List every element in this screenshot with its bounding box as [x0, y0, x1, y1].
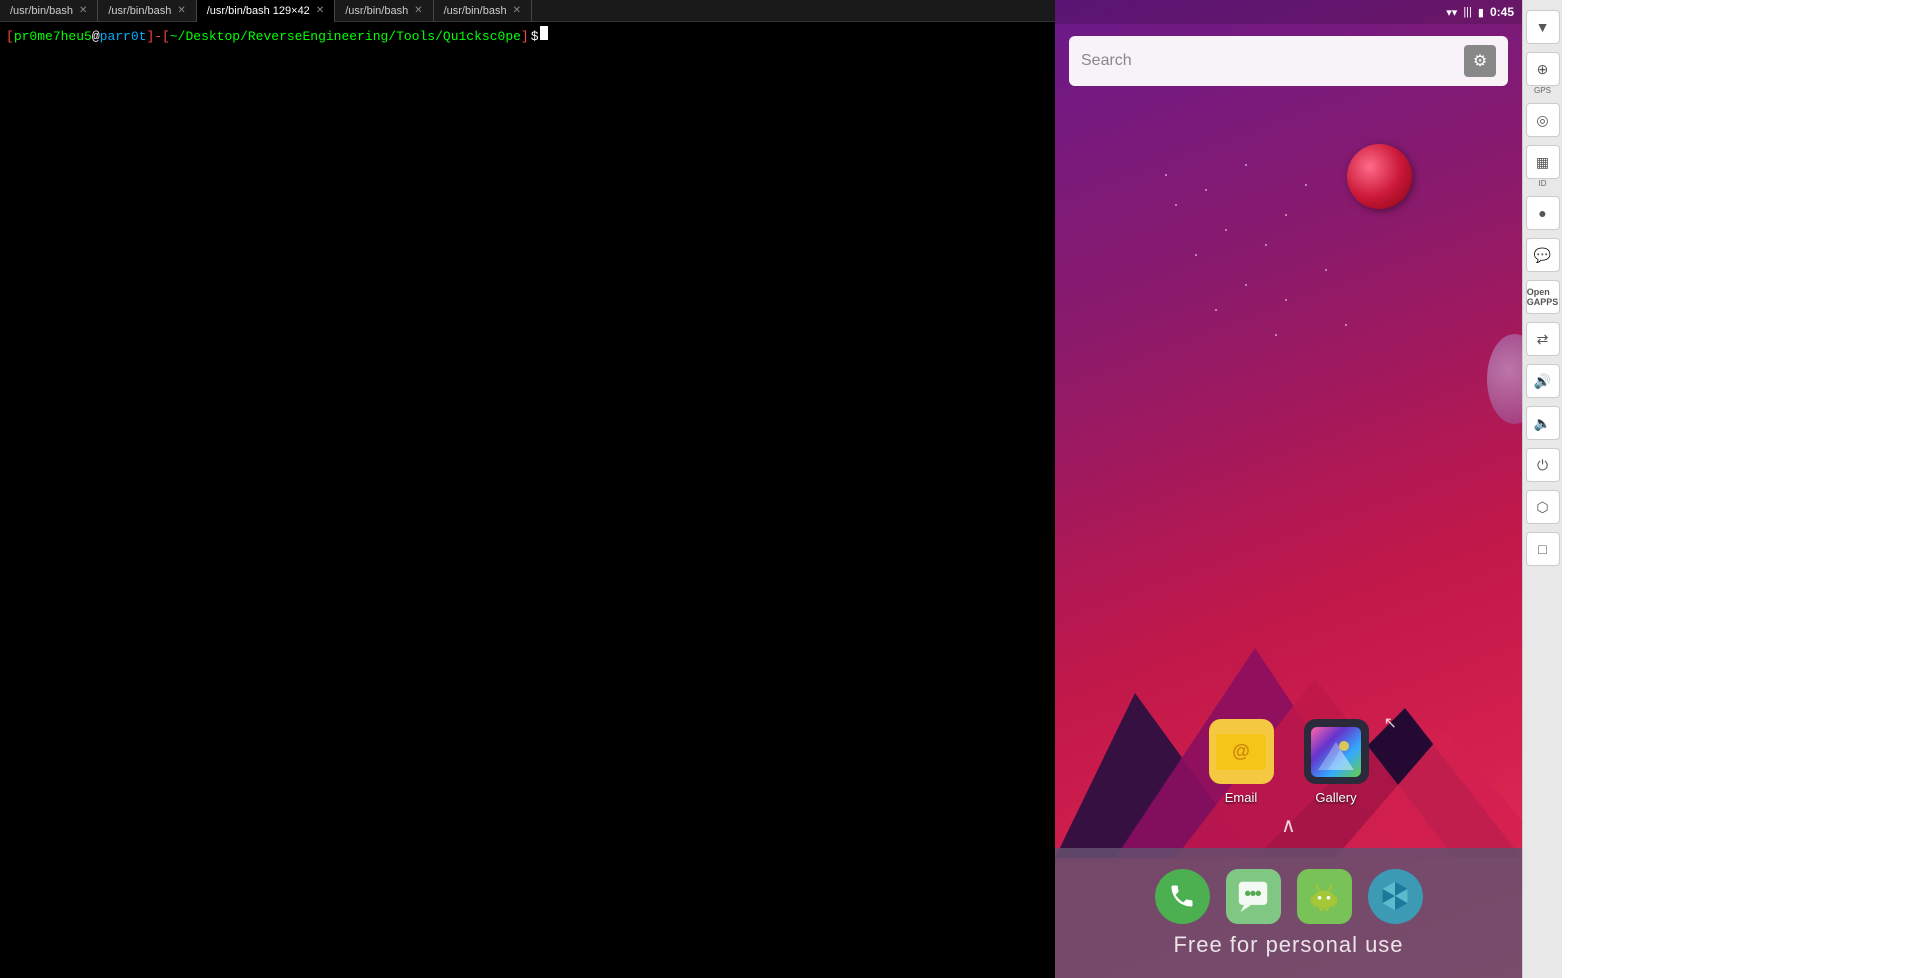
side-btn-arrow[interactable]: ▼ [1526, 10, 1560, 44]
app-icon-email[interactable]: @ Email [1209, 719, 1274, 805]
ghost-planet-decoration [1487, 334, 1522, 424]
side-btn-chat[interactable]: 💬 [1526, 238, 1560, 272]
terminal-body[interactable]: [pr0me7heu5@parr0t]-[~/Desktop/ReverseEn… [0, 22, 1055, 978]
tab-close-5[interactable]: ✕ [513, 5, 521, 16]
terminal-area[interactable]: /usr/bin/bash ✕ /usr/bin/bash ✕ /usr/bin… [0, 0, 1055, 978]
email-envelope: @ [1216, 734, 1266, 770]
email-app-label: Email [1225, 790, 1258, 805]
email-at-symbol: @ [1232, 741, 1250, 762]
star-dot [1275, 334, 1277, 336]
tab-label-1: /usr/bin/bash [10, 5, 73, 17]
tab-label-3: /usr/bin/bash 129×42 [207, 5, 310, 17]
side-btn-gps-container: ⊕ GPS [1526, 52, 1560, 95]
terminal-tab-2[interactable]: /usr/bin/bash ✕ [98, 0, 196, 22]
star-dot [1285, 299, 1287, 301]
gallery-icon-inner [1311, 727, 1361, 777]
side-btn-target[interactable]: ◎ [1526, 103, 1560, 137]
prompt-sep: ]-[ [146, 29, 169, 44]
side-btn-gps-label: GPS [1534, 86, 1551, 95]
side-panel: ▼ ⊕ GPS ◎ ▦ ID ● 💬 OpenGAPPS ⇄ 🔊 🔈 ⏻ ⬡ □ [1522, 0, 1562, 978]
star-dot [1165, 174, 1167, 176]
side-btn-hex[interactable]: ⬡ [1526, 490, 1560, 524]
side-btn-gapps-container: OpenGAPPS [1526, 280, 1560, 314]
android-screen: ▾▾ ||| ▮ 0:45 Search ⚙ [1055, 0, 1522, 978]
search-placeholder[interactable]: Search [1081, 52, 1464, 70]
stars-decoration [1085, 154, 1365, 354]
app-icon-gallery[interactable]: Gallery [1304, 719, 1369, 805]
prompt-bracket-right: ] [521, 29, 529, 44]
star-dot [1265, 244, 1267, 246]
browser-svg [1379, 880, 1411, 912]
prompt-bracket-left: [ [6, 29, 14, 44]
tab-close-4[interactable]: ✕ [414, 5, 422, 16]
side-btn-square[interactable]: □ [1526, 532, 1560, 566]
dock-browser-icon[interactable] [1368, 869, 1423, 924]
prompt-host: parr0t [100, 29, 147, 44]
star-dot [1215, 309, 1217, 311]
dock-icons-row [1155, 869, 1423, 924]
battery-icon: ▮ [1478, 6, 1484, 19]
side-btn-vol-down[interactable]: 🔈 [1526, 406, 1560, 440]
star-dot [1285, 214, 1287, 216]
search-bar[interactable]: Search ⚙ [1069, 36, 1508, 86]
dock-android-icon[interactable] [1297, 869, 1352, 924]
terminal-prompt: [pr0me7heu5@parr0t]-[~/Desktop/ReverseEn… [6, 26, 1049, 44]
gallery-app-label: Gallery [1315, 790, 1356, 805]
search-bar-container[interactable]: Search ⚙ [1055, 24, 1522, 94]
tab-close-1[interactable]: ✕ [79, 5, 87, 16]
android-svg [1308, 880, 1340, 912]
messages-svg [1237, 880, 1269, 912]
watermark-label: Free for personal use [1173, 932, 1403, 958]
gallery-app-icon[interactable] [1304, 719, 1369, 784]
gallery-svg [1318, 734, 1354, 770]
side-btn-power[interactable]: ⏻ [1526, 448, 1560, 482]
prompt-at: @ [92, 29, 100, 44]
tab-label-2: /usr/bin/bash [108, 5, 171, 17]
signal-icon: ||| [1463, 6, 1472, 18]
side-btn-gps[interactable]: ⊕ [1526, 52, 1560, 86]
prompt-dollar: $ [531, 29, 539, 44]
terminal-cursor [540, 26, 548, 40]
icons-row: @ Email [1209, 719, 1369, 805]
side-btn-circle[interactable]: ● [1526, 196, 1560, 230]
phone-svg [1168, 882, 1196, 910]
terminal-tab-4[interactable]: /usr/bin/bash ✕ [335, 0, 433, 22]
prompt-user: pr0me7heu5 [14, 29, 92, 44]
star-dot [1225, 229, 1227, 231]
app-icons-area: @ Email [1055, 719, 1522, 838]
star-dot [1345, 324, 1347, 326]
terminal-tab-3[interactable]: /usr/bin/bash 129×42 ✕ [197, 0, 335, 22]
terminal-tab-1[interactable]: /usr/bin/bash ✕ [0, 0, 98, 22]
search-gear-icon[interactable]: ⚙ [1464, 45, 1496, 77]
star-dot [1195, 254, 1197, 256]
tab-label-4: /usr/bin/bash [345, 5, 408, 17]
star-dot [1245, 164, 1247, 166]
tab-close-3[interactable]: ✕ [316, 5, 324, 16]
star-dot [1305, 184, 1307, 186]
wifi-icon: ▾▾ [1446, 6, 1457, 19]
side-btn-vol-up[interactable]: 🔊 [1526, 364, 1560, 398]
dock-messages-icon[interactable] [1226, 869, 1281, 924]
tab-close-2[interactable]: ✕ [177, 5, 185, 16]
up-chevron-button[interactable]: ∧ [1281, 813, 1296, 838]
side-btn-gapps[interactable]: OpenGAPPS [1526, 280, 1560, 314]
dock-phone-icon[interactable] [1155, 869, 1210, 924]
side-btn-id-label: ID [1539, 179, 1547, 188]
star-dot [1205, 189, 1207, 191]
star-dot [1325, 269, 1327, 271]
prompt-path: ~/Desktop/ReverseEngineering/Tools/Qu1ck… [170, 29, 521, 44]
terminal-tab-5[interactable]: /usr/bin/bash ✕ [434, 0, 532, 22]
android-wallpaper: @ Email [1055, 94, 1522, 978]
android-status-bar: ▾▾ ||| ▮ 0:45 [1055, 0, 1522, 24]
tab-label-5: /usr/bin/bash [444, 5, 507, 17]
star-dot [1245, 284, 1247, 286]
terminal-tabs: /usr/bin/bash ✕ /usr/bin/bash ✕ /usr/bin… [0, 0, 1055, 22]
side-btn-id-container: ▦ ID [1526, 145, 1560, 188]
star-dot [1175, 204, 1177, 206]
android-dock: Free for personal use [1055, 848, 1522, 978]
side-btn-share[interactable]: ⇄ [1526, 322, 1560, 356]
email-app-icon[interactable]: @ [1209, 719, 1274, 784]
side-btn-id[interactable]: ▦ [1526, 145, 1560, 179]
status-time: 0:45 [1490, 5, 1514, 19]
